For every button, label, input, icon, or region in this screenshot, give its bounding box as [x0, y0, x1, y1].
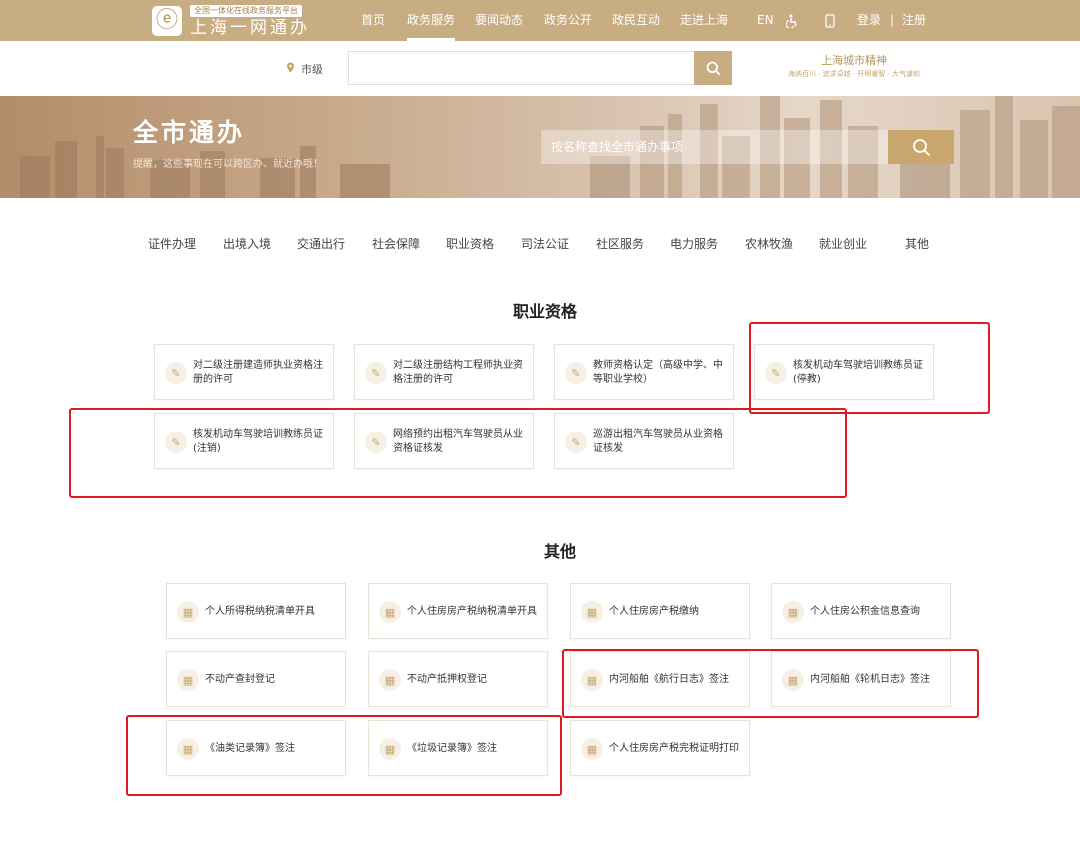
- banner-title: 全市通办: [133, 118, 246, 147]
- search-button[interactable]: [694, 51, 732, 85]
- service-card[interactable]: ✎ 对二级注册建造师执业资格注册的许可: [154, 344, 334, 400]
- grid-icon: ▦: [177, 669, 199, 691]
- nav-public-interaction[interactable]: 政民互动: [612, 0, 660, 41]
- service-card[interactable]: ▦ 个人住房公积金信息查询: [771, 583, 951, 639]
- service-card-label: 个人住房公积金信息查询: [810, 606, 920, 617]
- document-edit-icon: ✎: [565, 362, 587, 384]
- service-card-label: 个人住房房产税完税证明打印: [609, 743, 739, 754]
- service-card-label: 对二级注册建造师执业资格注册的许可: [193, 360, 323, 385]
- site-logo[interactable]: ⓔ 全国一体化在线政务服务平台 上海一网通办: [152, 4, 312, 38]
- service-card[interactable]: ✎ 核发机动车驾驶培训教练员证(停教): [754, 344, 934, 400]
- banner-search-box: [541, 130, 888, 164]
- mobile-phone-icon[interactable]: [825, 0, 835, 41]
- service-card-label: 网络预约出租汽车驾驶员从业资格证核发: [393, 429, 523, 454]
- service-card[interactable]: ▦ 《垃圾记录簿》签注: [368, 720, 548, 776]
- service-card-label: 内河船舶《轮机日志》签注: [810, 674, 930, 685]
- grid-icon: ▦: [581, 669, 603, 691]
- service-card-label: 核发机动车驾驶培训教练员证(停教): [793, 360, 923, 385]
- service-card[interactable]: ▦ 个人住房房产税完税证明打印: [570, 720, 750, 776]
- grid-icon: ▦: [177, 738, 199, 760]
- nav-news[interactable]: 要闻动态: [475, 0, 523, 41]
- banner-search-input[interactable]: [541, 130, 888, 164]
- service-card[interactable]: ✎ 对二级注册结构工程师执业资格注册的许可: [354, 344, 534, 400]
- nav-government-affairs[interactable]: 政务公开: [544, 0, 592, 41]
- service-card-label: 巡游出租汽车驾驶员从业资格证核发: [593, 429, 723, 454]
- search-icon: [912, 138, 930, 156]
- slogan-title: 上海城市精神: [821, 54, 887, 67]
- login-link[interactable]: 登录: [857, 0, 881, 41]
- service-card-label: 不动产查封登记: [205, 674, 275, 685]
- service-card-label: 《油类记录簿》签注: [205, 743, 295, 754]
- category-tab[interactable]: 证件办理: [148, 236, 196, 252]
- category-tab[interactable]: 交通出行: [297, 236, 345, 252]
- grid-icon: ▦: [782, 669, 804, 691]
- category-tab[interactable]: 农林牧渔: [745, 236, 793, 252]
- document-edit-icon: ✎: [165, 431, 187, 453]
- top-navigation-bar: ⓔ 全国一体化在线政务服务平台 上海一网通办 首页 政务服务 要闻动态 政务公开…: [0, 0, 1080, 41]
- city-spirit-slogan: 上海城市精神 海纳百川 · 追求卓越 · 开明睿智 · 大气谦和: [772, 54, 936, 84]
- logo-title: 上海一网通办: [190, 18, 310, 38]
- language-toggle[interactable]: EN: [757, 0, 774, 41]
- service-card-label: 教师资格认定（高级中学、中等职业学校）: [593, 360, 723, 385]
- category-tab[interactable]: 职业资格: [446, 236, 494, 252]
- document-edit-icon: ✎: [165, 362, 187, 384]
- category-tab[interactable]: 其他: [905, 236, 929, 252]
- nav-government-services[interactable]: 政务服务: [407, 0, 456, 41]
- document-edit-icon: ✎: [365, 362, 387, 384]
- search-icon: [706, 61, 720, 75]
- grid-icon: ▦: [177, 601, 199, 623]
- service-card-label: 个人住房房产税纳税清单开具: [407, 606, 537, 617]
- nav-home[interactable]: 首页: [361, 0, 385, 41]
- grid-icon: ▦: [379, 669, 401, 691]
- service-card[interactable]: ▦ 不动产查封登记: [166, 651, 346, 707]
- register-link[interactable]: 注册: [902, 0, 926, 41]
- category-tab[interactable]: 社区服务: [596, 236, 644, 252]
- banner-subtitle: 提醒，这些事现在可以跨区办、就近办哦！: [133, 159, 323, 170]
- service-card[interactable]: ✎ 巡游出租汽车驾驶员从业资格证核发: [554, 413, 734, 469]
- location-selector[interactable]: 市级: [301, 61, 323, 77]
- service-card-label: 内河船舶《航行日志》签注: [609, 674, 729, 685]
- service-card[interactable]: ▦ 内河船舶《航行日志》签注: [570, 651, 750, 707]
- service-card[interactable]: ▦ 个人所得税纳税清单开具: [166, 583, 346, 639]
- service-card[interactable]: ▦ 个人住房房产税纳税清单开具: [368, 583, 548, 639]
- banner-search-button[interactable]: [888, 130, 954, 164]
- grid-icon: ▦: [581, 738, 603, 760]
- wheelchair-icon[interactable]: [785, 0, 798, 41]
- slogan-subtitle: 海纳百川 · 追求卓越 · 开明睿智 · 大气谦和: [787, 70, 921, 78]
- service-card[interactable]: ▦ 《油类记录簿》签注: [166, 720, 346, 776]
- category-tab[interactable]: 司法公证: [521, 236, 569, 252]
- service-card-label: 不动产抵押权登记: [407, 674, 487, 685]
- nav-about-shanghai[interactable]: 走进上海: [680, 0, 728, 41]
- grid-icon: ▦: [379, 601, 401, 623]
- service-card-label: 对二级注册结构工程师执业资格注册的许可: [393, 360, 523, 385]
- document-edit-icon: ✎: [765, 362, 787, 384]
- service-card[interactable]: ✎ 核发机动车驾驶培训教练员证(注销): [154, 413, 334, 469]
- hero-banner: 全市通办 提醒，这些事现在可以跨区办、就近办哦！: [0, 96, 1080, 198]
- service-card[interactable]: ✎ 网络预约出租汽车驾驶员从业资格证核发: [354, 413, 534, 469]
- section-title-other: 其他: [544, 542, 577, 561]
- service-card[interactable]: ▦ 不动产抵押权登记: [368, 651, 548, 707]
- grid-icon: ▦: [379, 738, 401, 760]
- logo-emblem-icon: ⓔ: [152, 6, 182, 36]
- service-card[interactable]: ✎ 教师资格认定（高级中学、中等职业学校）: [554, 344, 734, 400]
- service-card[interactable]: ▦ 个人住房房产税缴纳: [570, 583, 750, 639]
- service-card-label: 核发机动车驾驶培训教练员证(注销): [193, 429, 323, 454]
- logo-tagline: 全国一体化在线政务服务平台: [190, 5, 302, 17]
- category-tab[interactable]: 电力服务: [670, 236, 718, 252]
- nav-separator: |: [890, 13, 895, 27]
- service-card-label: 个人住房房产税缴纳: [609, 606, 699, 617]
- document-edit-icon: ✎: [365, 431, 387, 453]
- grid-icon: ▦: [782, 601, 804, 623]
- map-pin-icon: [286, 62, 295, 76]
- category-tab[interactable]: 就业创业: [819, 236, 867, 252]
- category-tab[interactable]: 出境入境: [223, 236, 271, 252]
- service-card[interactable]: ▦ 内河船舶《轮机日志》签注: [771, 651, 951, 707]
- search-input[interactable]: [348, 51, 694, 85]
- service-card-label: 个人所得税纳税清单开具: [205, 606, 315, 617]
- grid-icon: ▦: [581, 601, 603, 623]
- category-tab[interactable]: 社会保障: [372, 236, 420, 252]
- section-title-professional-qualification: 职业资格: [513, 302, 578, 321]
- document-edit-icon: ✎: [565, 431, 587, 453]
- service-card-label: 《垃圾记录簿》签注: [407, 743, 497, 754]
